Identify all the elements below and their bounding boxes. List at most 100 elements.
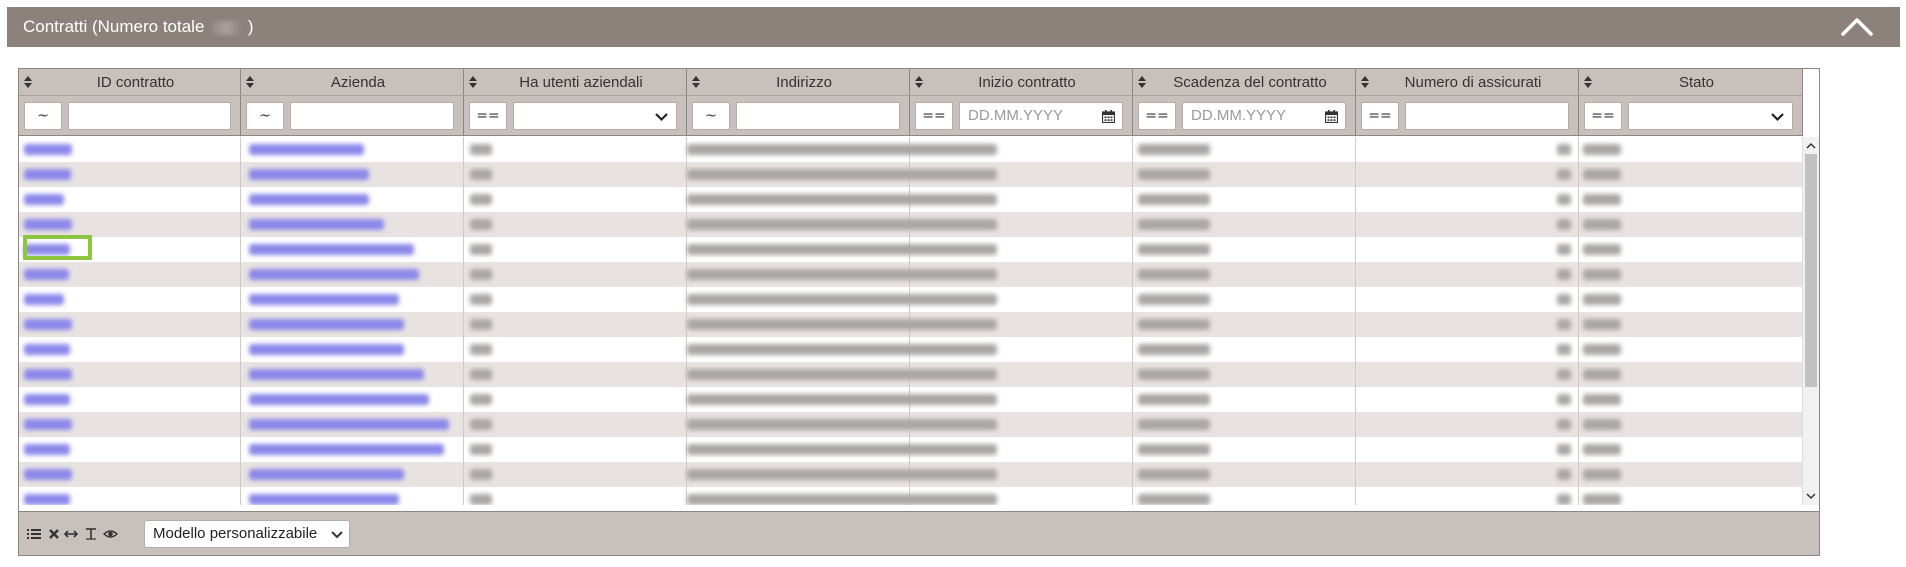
table-cell[interactable]: [19, 387, 241, 412]
column-header-stato[interactable]: Stato: [1579, 69, 1803, 95]
table-cell[interactable]: [19, 487, 241, 505]
filter-input[interactable]: [290, 102, 454, 130]
model-select[interactable]: Modello personalizzabile: [144, 520, 350, 548]
clear-icon[interactable]: [47, 527, 61, 541]
table-cell[interactable]: [19, 162, 241, 187]
column-header-azienda[interactable]: Azienda: [241, 69, 464, 95]
table-cell[interactable]: [19, 412, 241, 437]
column-header-label: Inizio contratto: [978, 74, 1076, 91]
filter-operator-button[interactable]: ~: [692, 102, 730, 130]
table-cell[interactable]: [19, 287, 241, 312]
sort-icon[interactable]: [915, 76, 923, 88]
filter-input[interactable]: [68, 102, 231, 130]
column-header-inizio-contratto[interactable]: Inizio contratto: [910, 69, 1133, 95]
filter-input[interactable]: [736, 102, 900, 130]
redacted-value: [249, 419, 449, 430]
table-cell[interactable]: [241, 312, 464, 337]
filter-operator-button[interactable]: ~: [246, 102, 284, 130]
table-cell[interactable]: [241, 387, 464, 412]
date-filter-input[interactable]: DD.MM.YYYY: [1182, 102, 1346, 130]
column-header-scadenza-del-contratto[interactable]: Scadenza del contratto: [1133, 69, 1356, 95]
table-cell[interactable]: [241, 237, 464, 262]
redacted-value: [1138, 444, 1210, 455]
table-cell[interactable]: [19, 137, 241, 162]
column-header-ha-utenti-aziendali[interactable]: Ha utenti aziendali: [464, 69, 687, 95]
calendar-icon[interactable]: [1102, 110, 1115, 123]
sort-icon[interactable]: [692, 76, 700, 88]
sort-icon[interactable]: [1138, 76, 1146, 88]
filter-select[interactable]: [1628, 102, 1793, 130]
table-cell[interactable]: [19, 262, 241, 287]
table-cell[interactable]: [19, 362, 241, 387]
redacted-value: [470, 269, 492, 280]
redacted-value: [470, 169, 492, 180]
filter-operator-button[interactable]: ==: [1138, 102, 1176, 130]
sort-icon[interactable]: [24, 76, 32, 88]
sort-icon[interactable]: [1361, 76, 1369, 88]
table-cell[interactable]: [19, 312, 241, 337]
table-row[interactable]: [19, 487, 1803, 505]
table-cell: [1133, 462, 1356, 487]
scroll-up-icon[interactable]: [1806, 141, 1816, 151]
scroll-down-icon[interactable]: [1806, 491, 1816, 501]
table-cell[interactable]: [241, 287, 464, 312]
table-row[interactable]: [19, 362, 1803, 387]
table-row[interactable]: [19, 187, 1803, 212]
table-cell: [464, 337, 687, 362]
table-cell[interactable]: [241, 412, 464, 437]
filter-operator-button[interactable]: ~: [24, 102, 62, 130]
column-header-label: Numero di assicurati: [1404, 74, 1542, 91]
table-cell[interactable]: [19, 212, 241, 237]
table-row[interactable]: [19, 212, 1803, 237]
table-cell[interactable]: [19, 337, 241, 362]
table-row[interactable]: [19, 387, 1803, 412]
sort-icon[interactable]: [469, 76, 477, 88]
column-header-id-contratto[interactable]: ID contratto: [19, 69, 241, 95]
table-cell[interactable]: [19, 437, 241, 462]
filter-operator-button[interactable]: ==: [1361, 102, 1399, 130]
table-cell: [464, 437, 687, 462]
sort-icon[interactable]: [1584, 76, 1592, 88]
resize-columns-icon[interactable]: [63, 527, 79, 541]
table-cell[interactable]: [241, 462, 464, 487]
column-header-numero-di-assicurati[interactable]: Numero di assicurati: [1356, 69, 1579, 95]
scrollbar-thumb[interactable]: [1805, 154, 1817, 387]
table-cell[interactable]: [241, 162, 464, 187]
filter-operator-button[interactable]: ==: [915, 102, 953, 130]
calendar-icon[interactable]: [1325, 110, 1338, 123]
table-row[interactable]: [19, 412, 1803, 437]
collapse-button[interactable]: [1840, 15, 1874, 39]
list-icon[interactable]: [27, 527, 41, 541]
table-row[interactable]: [19, 312, 1803, 337]
table-cell[interactable]: [241, 262, 464, 287]
table-row[interactable]: [19, 462, 1803, 487]
table-row[interactable]: [19, 337, 1803, 362]
table-row[interactable]: [19, 437, 1803, 462]
table-cell[interactable]: [241, 487, 464, 505]
table-row[interactable]: [19, 262, 1803, 287]
column-header-indirizzo[interactable]: Indirizzo: [687, 69, 910, 95]
filter-input[interactable]: [1405, 102, 1569, 130]
table-cell: [1579, 362, 1803, 387]
table-cell: [687, 212, 997, 237]
eye-icon[interactable]: [103, 527, 118, 541]
filter-select[interactable]: [513, 102, 677, 130]
table-cell[interactable]: [241, 437, 464, 462]
table-row[interactable]: [19, 162, 1803, 187]
text-format-icon[interactable]: [84, 527, 98, 541]
sort-icon[interactable]: [246, 76, 254, 88]
table-row[interactable]: [19, 137, 1803, 162]
table-cell[interactable]: [19, 187, 241, 212]
filter-operator-button[interactable]: ==: [469, 102, 507, 130]
table-row[interactable]: [19, 287, 1803, 312]
date-filter-input[interactable]: DD.MM.YYYY: [959, 102, 1123, 130]
filter-operator-button[interactable]: ==: [1584, 102, 1622, 130]
vertical-scrollbar[interactable]: [1802, 137, 1819, 505]
table-cell[interactable]: [241, 212, 464, 237]
table-cell[interactable]: [241, 137, 464, 162]
table-cell[interactable]: [241, 362, 464, 387]
table-row[interactable]: [19, 237, 1803, 262]
table-cell[interactable]: [19, 462, 241, 487]
table-cell[interactable]: [241, 337, 464, 362]
table-cell[interactable]: [241, 187, 464, 212]
